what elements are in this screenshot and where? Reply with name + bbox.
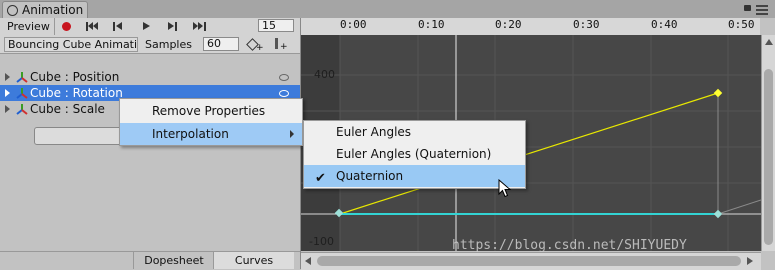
scroll-right-icon[interactable] — [747, 257, 753, 265]
menu-item-euler-angles[interactable]: Euler Angles — [304, 121, 525, 143]
add-event-icon[interactable]: + — [273, 38, 288, 52]
menu-item-label: Euler Angles — [336, 125, 412, 139]
ruler-label: 0:30 — [573, 18, 600, 31]
context-menu: Remove Properties Interpolation — [119, 98, 303, 146]
menu-item-label: Quaternion — [336, 169, 404, 183]
vertical-scrollbar[interactable] — [761, 35, 775, 251]
clock-icon — [7, 5, 18, 16]
keyframe[interactable] — [713, 88, 723, 98]
ruler-label: 0:50 — [728, 18, 755, 31]
horizontal-scrollbar[interactable] — [301, 252, 761, 270]
add-keyframe-icon[interactable]: + — [246, 38, 264, 53]
property-label: Cube : Rotation — [30, 86, 123, 100]
next-key-icon[interactable] — [168, 22, 178, 31]
menu-icon[interactable] — [756, 3, 770, 15]
property-label: Cube : Position — [30, 70, 120, 84]
expand-arrow-icon[interactable] — [5, 73, 10, 81]
lock-icon[interactable] — [744, 5, 751, 11]
prev-key-icon[interactable] — [113, 22, 123, 31]
first-key-icon[interactable] — [86, 22, 100, 31]
transform-icon — [16, 72, 28, 83]
value-label-bottom: -100 — [309, 235, 334, 248]
timeline-ruler[interactable]: 0:00 0:10 0:20 0:30 0:40 0:50 — [301, 18, 760, 36]
tab-dopesheet[interactable]: Dopesheet — [133, 252, 214, 269]
menu-item-euler-angles-quaternion[interactable]: Euler Angles (Quaternion) — [304, 143, 525, 165]
scroll-thumb[interactable] — [317, 256, 741, 266]
key-toggle-icon[interactable] — [279, 90, 289, 97]
interpolation-submenu: Euler Angles Euler Angles (Quaternion) ✔… — [303, 120, 526, 189]
transform-icon — [16, 104, 28, 115]
scroll-left-icon[interactable] — [305, 257, 311, 265]
animation-tab-label: Animation — [22, 3, 84, 17]
watermark: https://blog.csdn.net/SHIYUEDY — [452, 238, 687, 253]
tab-strip — [0, 0, 775, 18]
menu-item-quaternion[interactable]: ✔ Quaternion — [304, 165, 525, 187]
value-label-top: 400 — [314, 68, 335, 81]
property-label: Cube : Scale — [30, 102, 105, 116]
menu-item-label: Euler Angles (Quaternion) — [336, 147, 492, 161]
preview-button[interactable]: Preview — [3, 18, 55, 35]
menu-item-label: Remove Properties — [152, 104, 266, 118]
key-toggle-icon[interactable] — [279, 74, 289, 81]
property-row-position[interactable]: Cube : Position — [0, 69, 300, 85]
clip-select[interactable]: Bouncing Cube Animati ↕ — [4, 37, 138, 52]
mouse-cursor-icon — [498, 179, 512, 198]
menu-item-remove-properties[interactable]: Remove Properties — [120, 99, 302, 123]
animation-tab[interactable]: Animation — [2, 1, 88, 18]
ruler-label: 0:00 — [340, 18, 367, 31]
ruler-label: 0:40 — [651, 18, 678, 31]
keyframe[interactable] — [713, 209, 723, 219]
view-mode-tabs: Dopesheet Curves — [0, 251, 300, 270]
ruler-label: 0:10 — [418, 18, 445, 31]
frame-field[interactable]: 15 — [258, 19, 294, 32]
expand-arrow-icon[interactable] — [5, 89, 10, 97]
menu-item-label: Interpolation — [152, 127, 229, 141]
tab-curves[interactable]: Curves — [213, 252, 294, 269]
checkmark-icon: ✔ — [315, 171, 326, 186]
samples-field[interactable]: 60 — [203, 37, 239, 51]
record-icon[interactable] — [62, 22, 71, 31]
ruler-label: 0:20 — [495, 18, 522, 31]
animation-toolbar: Preview — [0, 18, 300, 36]
transform-icon — [16, 88, 28, 99]
menu-item-interpolation[interactable]: Interpolation — [120, 123, 302, 145]
samples-label: Samples — [145, 38, 192, 51]
last-key-icon[interactable] — [193, 22, 207, 31]
scroll-up-icon[interactable] — [765, 39, 773, 45]
expand-arrow-icon[interactable] — [5, 105, 10, 113]
submenu-arrow-icon — [290, 130, 294, 138]
play-icon[interactable] — [143, 22, 150, 30]
scroll-thumb[interactable] — [764, 69, 773, 245]
